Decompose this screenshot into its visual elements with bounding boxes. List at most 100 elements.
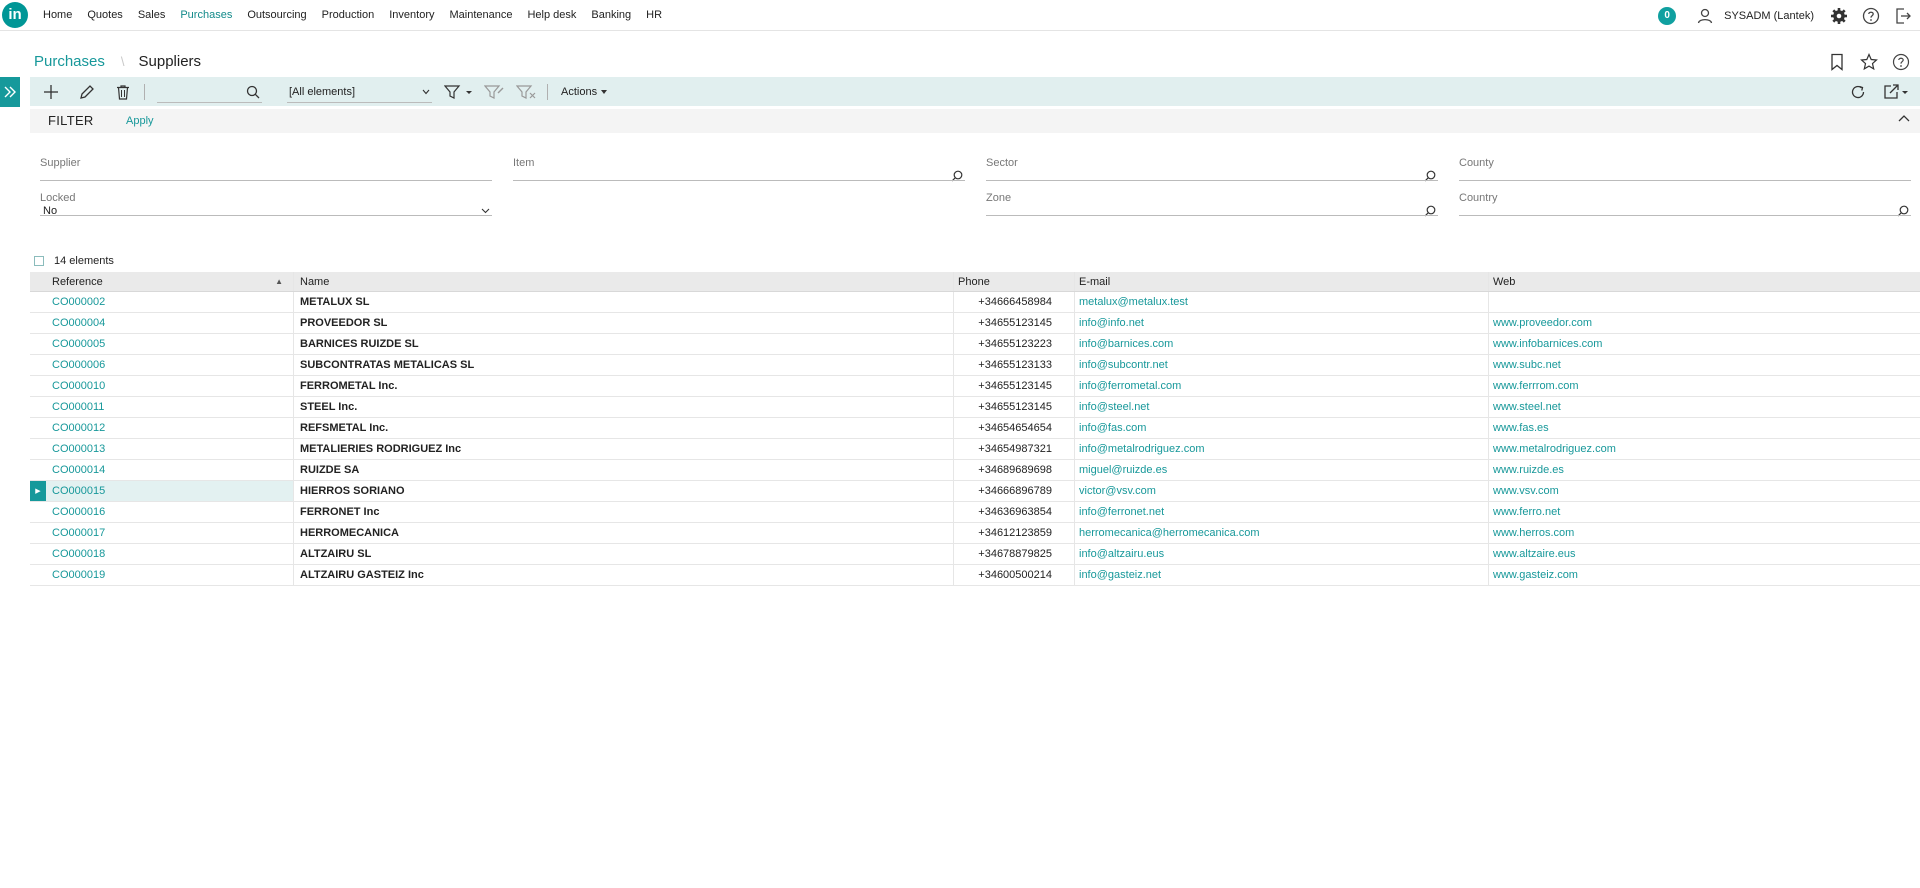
- row-selector[interactable]: [30, 565, 46, 585]
- row-selector[interactable]: [30, 502, 46, 522]
- page-help-icon[interactable]: [1892, 53, 1910, 71]
- nav-item-quotes[interactable]: Quotes: [81, 0, 128, 31]
- zone-field[interactable]: Zone: [986, 192, 1438, 217]
- cell-email[interactable]: info@steel.net: [1074, 397, 1488, 417]
- view-select[interactable]: [All elements]: [287, 81, 432, 103]
- filter-button[interactable]: [442, 80, 474, 104]
- cell-email[interactable]: herromecanica@herromecanica.com: [1074, 523, 1488, 543]
- cell-email[interactable]: info@fas.com: [1074, 418, 1488, 438]
- row-selector[interactable]: [30, 355, 46, 375]
- row-selector[interactable]: [30, 439, 46, 459]
- table-row[interactable]: ▶ CO000015 HIERROS SORIANO +34666896789 vict…: [30, 481, 1920, 502]
- favorite-star-icon[interactable]: [1860, 53, 1878, 71]
- row-selector[interactable]: [30, 292, 46, 312]
- cell-web[interactable]: www.fas.es: [1488, 418, 1920, 438]
- cell-reference[interactable]: CO000019: [46, 565, 293, 585]
- column-header-name[interactable]: Name: [293, 272, 953, 291]
- nav-item-home[interactable]: Home: [37, 0, 78, 31]
- cell-reference[interactable]: CO000013: [46, 439, 293, 459]
- cell-web[interactable]: www.metalrodriguez.com: [1488, 439, 1920, 459]
- cell-email[interactable]: info@gasteiz.net: [1074, 565, 1488, 585]
- cell-email[interactable]: info@subcontr.net: [1074, 355, 1488, 375]
- country-field[interactable]: Country: [1459, 192, 1911, 217]
- cell-web[interactable]: www.subc.net: [1488, 355, 1920, 375]
- nav-item-outsourcing[interactable]: Outsourcing: [241, 0, 312, 31]
- row-selector[interactable]: ▶: [30, 481, 46, 501]
- table-row[interactable]: CO000014 RUIZDE SA +34689689698 miguel@ruiz…: [30, 460, 1920, 481]
- row-selector[interactable]: [30, 397, 46, 417]
- cell-email[interactable]: metalux@metalux.test: [1074, 292, 1488, 312]
- export-button[interactable]: [1882, 80, 1910, 104]
- clear-filter-button[interactable]: [514, 80, 538, 104]
- cell-web[interactable]: www.steel.net: [1488, 397, 1920, 417]
- user-icon[interactable]: [1696, 7, 1714, 25]
- cell-reference[interactable]: CO000015: [46, 481, 293, 501]
- cell-reference[interactable]: CO000014: [46, 460, 293, 480]
- row-selector[interactable]: [30, 334, 46, 354]
- table-row[interactable]: CO000010 FERROMETAL Inc. +34655123145 info@…: [30, 376, 1920, 397]
- breadcrumb-purchases[interactable]: Purchases: [34, 53, 105, 70]
- county-field[interactable]: County: [1459, 157, 1911, 181]
- cell-email[interactable]: miguel@ruizde.es: [1074, 460, 1488, 480]
- save-filter-button[interactable]: [482, 80, 506, 104]
- edit-button[interactable]: [75, 80, 99, 104]
- cell-email[interactable]: info@ferrometal.com: [1074, 376, 1488, 396]
- cell-email[interactable]: info@altzairu.eus: [1074, 544, 1488, 564]
- bookmark-icon[interactable]: [1828, 53, 1846, 71]
- column-header-phone[interactable]: Phone: [953, 272, 1074, 291]
- row-selector[interactable]: [30, 523, 46, 543]
- nav-item-banking[interactable]: Banking: [585, 0, 637, 31]
- nav-item-maintenance[interactable]: Maintenance: [443, 0, 518, 31]
- row-selector[interactable]: [30, 418, 46, 438]
- cell-web[interactable]: www.ferrrom.com: [1488, 376, 1920, 396]
- nav-item-help-desk[interactable]: Help desk: [521, 0, 582, 31]
- cell-web[interactable]: www.ruizde.es: [1488, 460, 1920, 480]
- locked-select[interactable]: Locked No: [40, 192, 492, 217]
- apply-filter-link[interactable]: Apply: [126, 115, 154, 127]
- table-row[interactable]: CO000011 STEEL Inc. +34655123145 info@steel…: [30, 397, 1920, 418]
- help-icon[interactable]: [1862, 7, 1880, 25]
- row-selector[interactable]: [30, 376, 46, 396]
- delete-button[interactable]: [111, 80, 135, 104]
- sector-field[interactable]: Sector: [986, 157, 1438, 182]
- table-row[interactable]: CO000002 METALUX SL +34666458984 metalux@me…: [30, 292, 1920, 313]
- cell-email[interactable]: victor@vsv.com: [1074, 481, 1488, 501]
- app-logo[interactable]: in: [2, 2, 28, 28]
- cell-email[interactable]: info@info.net: [1074, 313, 1488, 333]
- table-row[interactable]: CO000017 HERROMECANICA +34612123859 herrome…: [30, 523, 1920, 544]
- actions-menu-button[interactable]: Actions: [561, 86, 608, 98]
- table-row[interactable]: CO000004 PROVEEDOR SL +34655123145 info@inf…: [30, 313, 1920, 334]
- add-button[interactable]: [39, 80, 63, 104]
- cell-web[interactable]: www.altzaire.eus: [1488, 544, 1920, 564]
- cell-reference[interactable]: CO000005: [46, 334, 293, 354]
- select-all-checkbox[interactable]: [34, 256, 44, 266]
- row-selector[interactable]: [30, 313, 46, 333]
- cell-web[interactable]: www.gasteiz.com: [1488, 565, 1920, 585]
- table-row[interactable]: CO000005 BARNICES RUIZDE SL +34655123223 in…: [30, 334, 1920, 355]
- cell-web[interactable]: www.herros.com: [1488, 523, 1920, 543]
- refresh-button[interactable]: [1844, 80, 1872, 104]
- nav-item-inventory[interactable]: Inventory: [383, 0, 440, 31]
- cell-reference[interactable]: CO000002: [46, 292, 293, 312]
- search-input[interactable]: [157, 80, 242, 101]
- cell-web[interactable]: www.proveedor.com: [1488, 313, 1920, 333]
- table-row[interactable]: CO000006 SUBCONTRATAS METALICAS SL +346551…: [30, 355, 1920, 376]
- cell-web[interactable]: www.infobarnices.com: [1488, 334, 1920, 354]
- settings-gear-icon[interactable]: [1830, 7, 1848, 25]
- column-header-web[interactable]: Web: [1488, 272, 1920, 291]
- table-row[interactable]: CO000019 ALTZAIRU GASTEIZ Inc +34600500214…: [30, 565, 1920, 586]
- cell-web[interactable]: www.vsv.com: [1488, 481, 1920, 501]
- nav-item-purchases[interactable]: Purchases: [174, 0, 238, 31]
- cell-reference[interactable]: CO000016: [46, 502, 293, 522]
- collapse-filter-button[interactable]: [1898, 113, 1910, 125]
- column-header-reference[interactable]: Reference ▲: [46, 272, 293, 291]
- cell-web[interactable]: www.ferro.net: [1488, 502, 1920, 522]
- logout-icon[interactable]: [1894, 7, 1912, 25]
- cell-reference[interactable]: CO000018: [46, 544, 293, 564]
- supplier-field[interactable]: Supplier: [40, 157, 492, 181]
- user-name[interactable]: SYSADM (Lantek): [1724, 10, 1814, 22]
- row-selector[interactable]: [30, 460, 46, 480]
- nav-item-sales[interactable]: Sales: [132, 0, 172, 31]
- notification-badge[interactable]: 0: [1658, 6, 1677, 25]
- item-field[interactable]: Item: [513, 157, 965, 182]
